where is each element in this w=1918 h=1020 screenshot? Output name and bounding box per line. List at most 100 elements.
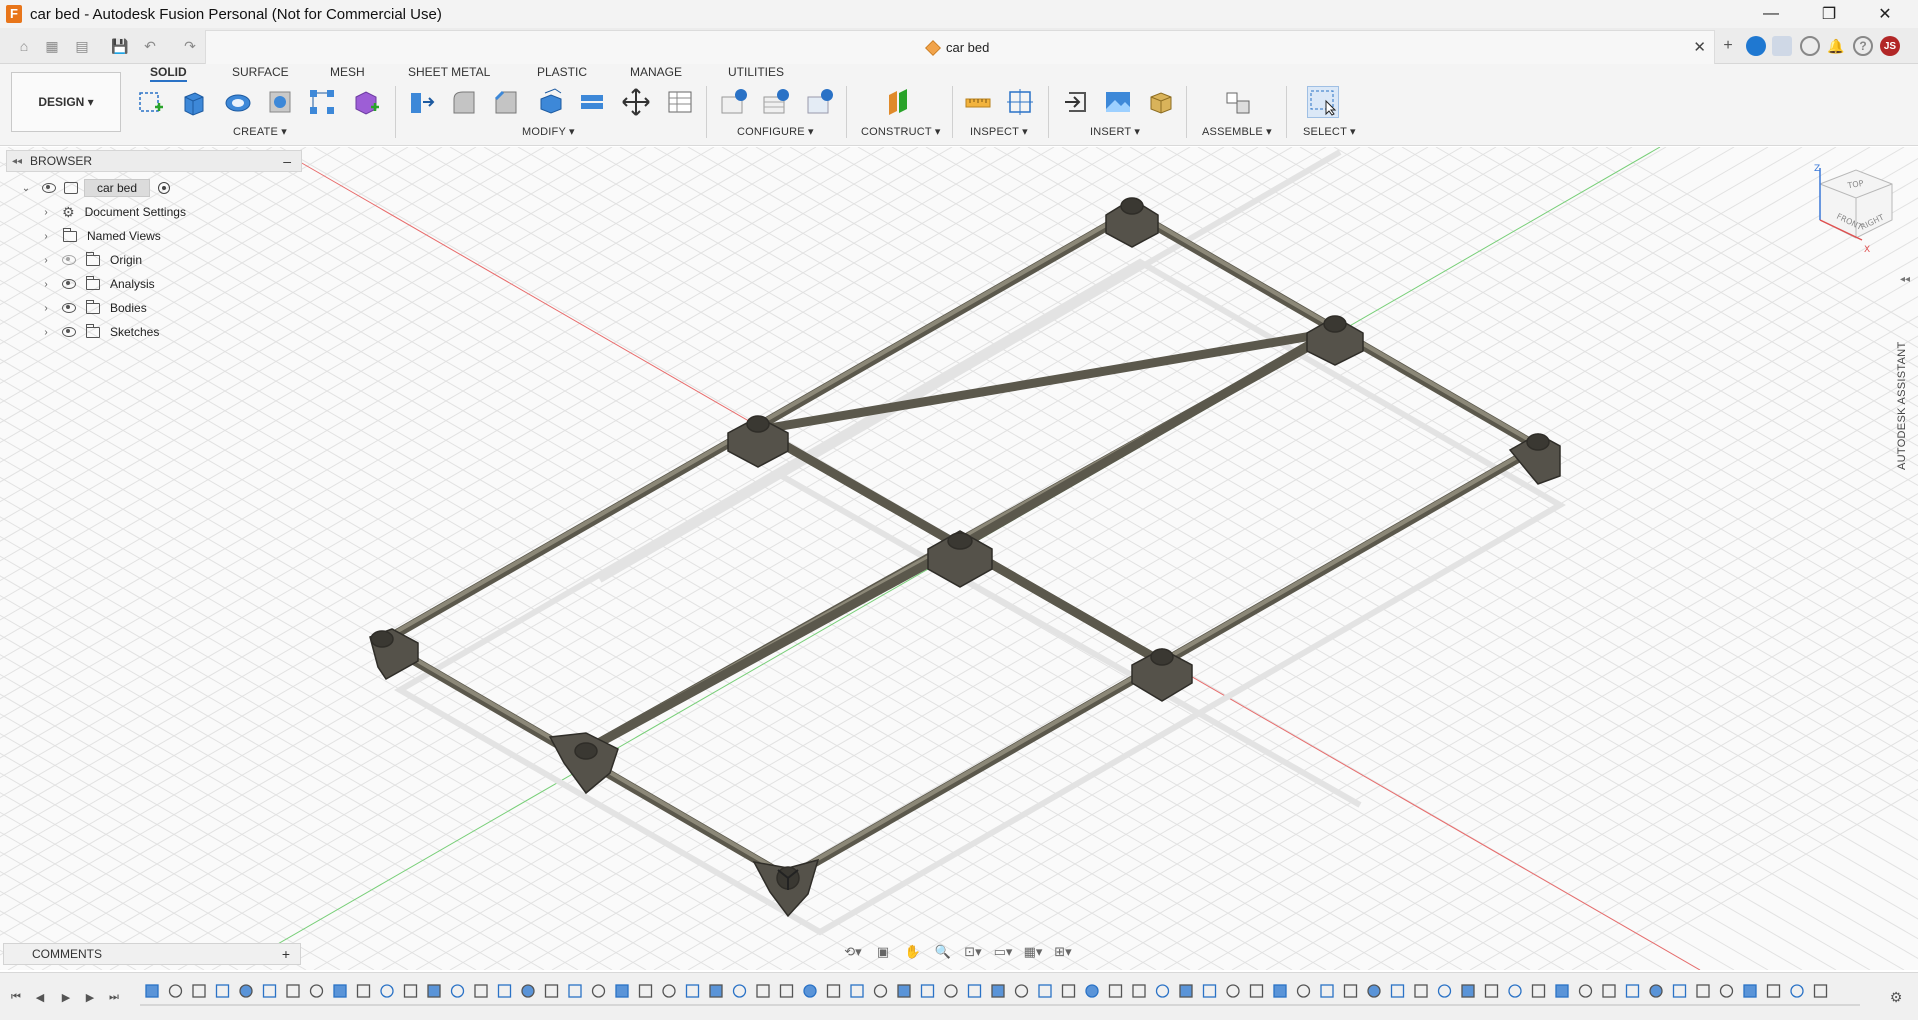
assistant-label[interactable]: AUTODESK ASSISTANT [1896,342,1908,470]
tab-sheet-metal[interactable]: SHEET METAL [408,64,490,82]
configure-group-label[interactable]: CONFIGURE ▾ [737,125,814,138]
job-status-icon[interactable] [1772,36,1792,56]
change-parameters-icon[interactable] [664,86,696,118]
chevron-right-icon[interactable]: › [40,279,52,290]
tab-mesh[interactable]: MESH [330,64,365,82]
press-pull-icon[interactable] [404,86,436,118]
timeline-features[interactable] [140,981,1870,1015]
chevron-right-icon[interactable]: › [40,255,52,266]
move-copy-icon[interactable] [620,86,652,118]
chamfer-icon[interactable] [490,86,522,118]
tree-item-origin[interactable]: › Origin [40,250,142,270]
workspace-switcher[interactable]: DESIGN ▾ [11,72,121,132]
restore-button[interactable]: ❐ [1806,0,1852,28]
display-settings-icon[interactable]: ▭▾ [990,942,1016,962]
collapse-arrows-icon[interactable]: ◂◂ [12,156,22,167]
create-form-icon[interactable] [350,86,382,118]
step-back-icon[interactable]: ◀ [32,989,48,1005]
go-to-end-icon[interactable]: ⏭ [106,989,122,1005]
go-to-start-icon[interactable]: ⏮ [8,989,24,1005]
document-tab[interactable]: car bed ✕ [205,30,1715,64]
minimize-button[interactable]: — [1748,0,1794,28]
chevron-right-icon[interactable]: › [40,231,52,242]
fillet-icon[interactable] [448,86,480,118]
tab-manage[interactable]: MANAGE [630,64,682,82]
assemble-group-label[interactable]: ASSEMBLE ▾ [1202,125,1272,138]
insert-canvas-icon[interactable] [1102,86,1134,118]
undo-icon[interactable]: ↶ [140,36,160,56]
extrude-icon[interactable] [178,86,210,118]
insert-derive-icon[interactable] [1060,86,1092,118]
tree-item-document-settings[interactable]: › ⚙ Document Settings [40,202,186,222]
apps-grid-icon[interactable]: ▦ [42,36,62,56]
tree-item-bodies[interactable]: › Bodies [40,298,147,318]
visibility-eye-icon[interactable] [42,183,56,193]
add-comment-button[interactable]: + [282,946,290,962]
tree-root-car-bed[interactable]: ⌄ car bed [20,178,171,198]
comments-panel[interactable]: COMMENTS + [3,943,301,965]
combine-icon[interactable] [576,86,608,118]
file-menu-icon[interactable]: ▤ [72,36,92,56]
insert-mcmaster-icon[interactable] [1144,86,1176,118]
help-icon[interactable]: ? [1853,36,1873,56]
tab-surface[interactable]: SURFACE [232,64,289,82]
grid-settings-icon[interactable]: ▦▾ [1020,942,1046,962]
chevron-right-icon[interactable]: › [40,303,52,314]
hidden-eye-icon[interactable] [62,255,76,265]
fit-window-icon[interactable]: ⊡▾ [960,942,986,962]
tab-plastic[interactable]: PLASTIC [537,64,587,82]
select-window-icon[interactable] [1307,86,1339,118]
zoom-icon[interactable]: 🔍 [930,942,956,962]
configure-table-icon[interactable] [718,86,750,118]
offset-plane-icon[interactable] [882,86,914,118]
visibility-eye-icon[interactable] [62,303,76,313]
interference-icon[interactable] [1004,86,1036,118]
create-sketch-icon[interactable] [136,86,168,118]
select-group-label[interactable]: SELECT ▾ [1303,125,1356,138]
view-cube[interactable]: TOP FRONT RIGHT Z X [1810,162,1902,262]
measure-icon[interactable] [962,86,994,118]
close-window-button[interactable]: ✕ [1862,0,1908,28]
revolve-icon[interactable] [222,86,254,118]
new-component-icon[interactable] [1222,86,1254,118]
clock-icon[interactable] [1800,36,1820,56]
user-avatar[interactable]: JS [1880,36,1900,56]
configure-theme-icon[interactable] [804,86,836,118]
activate-radio-icon[interactable] [158,182,171,194]
viewports-icon[interactable]: ⊞▾ [1050,942,1076,962]
timeline-settings-gear-icon[interactable]: ⚙ [1888,989,1904,1005]
browser-header[interactable]: ◂◂ BROWSER – [6,150,302,172]
look-at-icon[interactable]: ▣ [870,942,896,962]
inspect-group-label[interactable]: INSPECT ▾ [970,125,1028,138]
expand-arrows-icon[interactable]: ◂◂ [1900,274,1910,285]
orbit-icon[interactable]: ⟲▾ [840,942,866,962]
construct-group-label[interactable]: CONSTRUCT ▾ [861,125,941,138]
create-group-label[interactable]: CREATE ▾ [233,125,287,138]
tab-solid[interactable]: SOLID [150,64,187,82]
notification-bell-icon[interactable]: 🔔 [1826,36,1846,56]
tree-item-named-views[interactable]: › Named Views [40,226,161,246]
tree-item-sketches[interactable]: › Sketches [40,322,159,342]
visibility-eye-icon[interactable] [62,279,76,289]
chevron-right-icon[interactable]: › [40,327,52,338]
pan-hand-icon[interactable]: ✋ [900,942,926,962]
configure-rows-icon[interactable] [760,86,792,118]
modify-group-label[interactable]: MODIFY ▾ [522,125,575,138]
root-component-label[interactable]: car bed [84,179,151,197]
assistant-side-panel[interactable]: ◂◂ AUTODESK ASSISTANT [1892,270,1918,530]
chevron-right-icon[interactable]: › [40,207,52,218]
home-icon[interactable]: ⌂ [14,36,34,56]
insert-group-label[interactable]: INSERT ▾ [1090,125,1140,138]
play-icon[interactable]: ▶ [58,989,74,1005]
hole-icon[interactable] [264,86,296,118]
close-tab-button[interactable]: ✕ [1693,38,1706,56]
shell-icon[interactable] [534,86,566,118]
extensions-icon[interactable] [1746,36,1766,56]
save-icon[interactable]: 💾 [110,36,130,56]
tree-item-analysis[interactable]: › Analysis [40,274,155,294]
redo-icon[interactable]: ↷ [180,36,200,56]
visibility-eye-icon[interactable] [62,327,76,337]
tab-utilities[interactable]: UTILITIES [728,64,784,82]
chevron-down-icon[interactable]: ⌄ [20,183,32,194]
pattern-icon[interactable] [306,86,338,118]
